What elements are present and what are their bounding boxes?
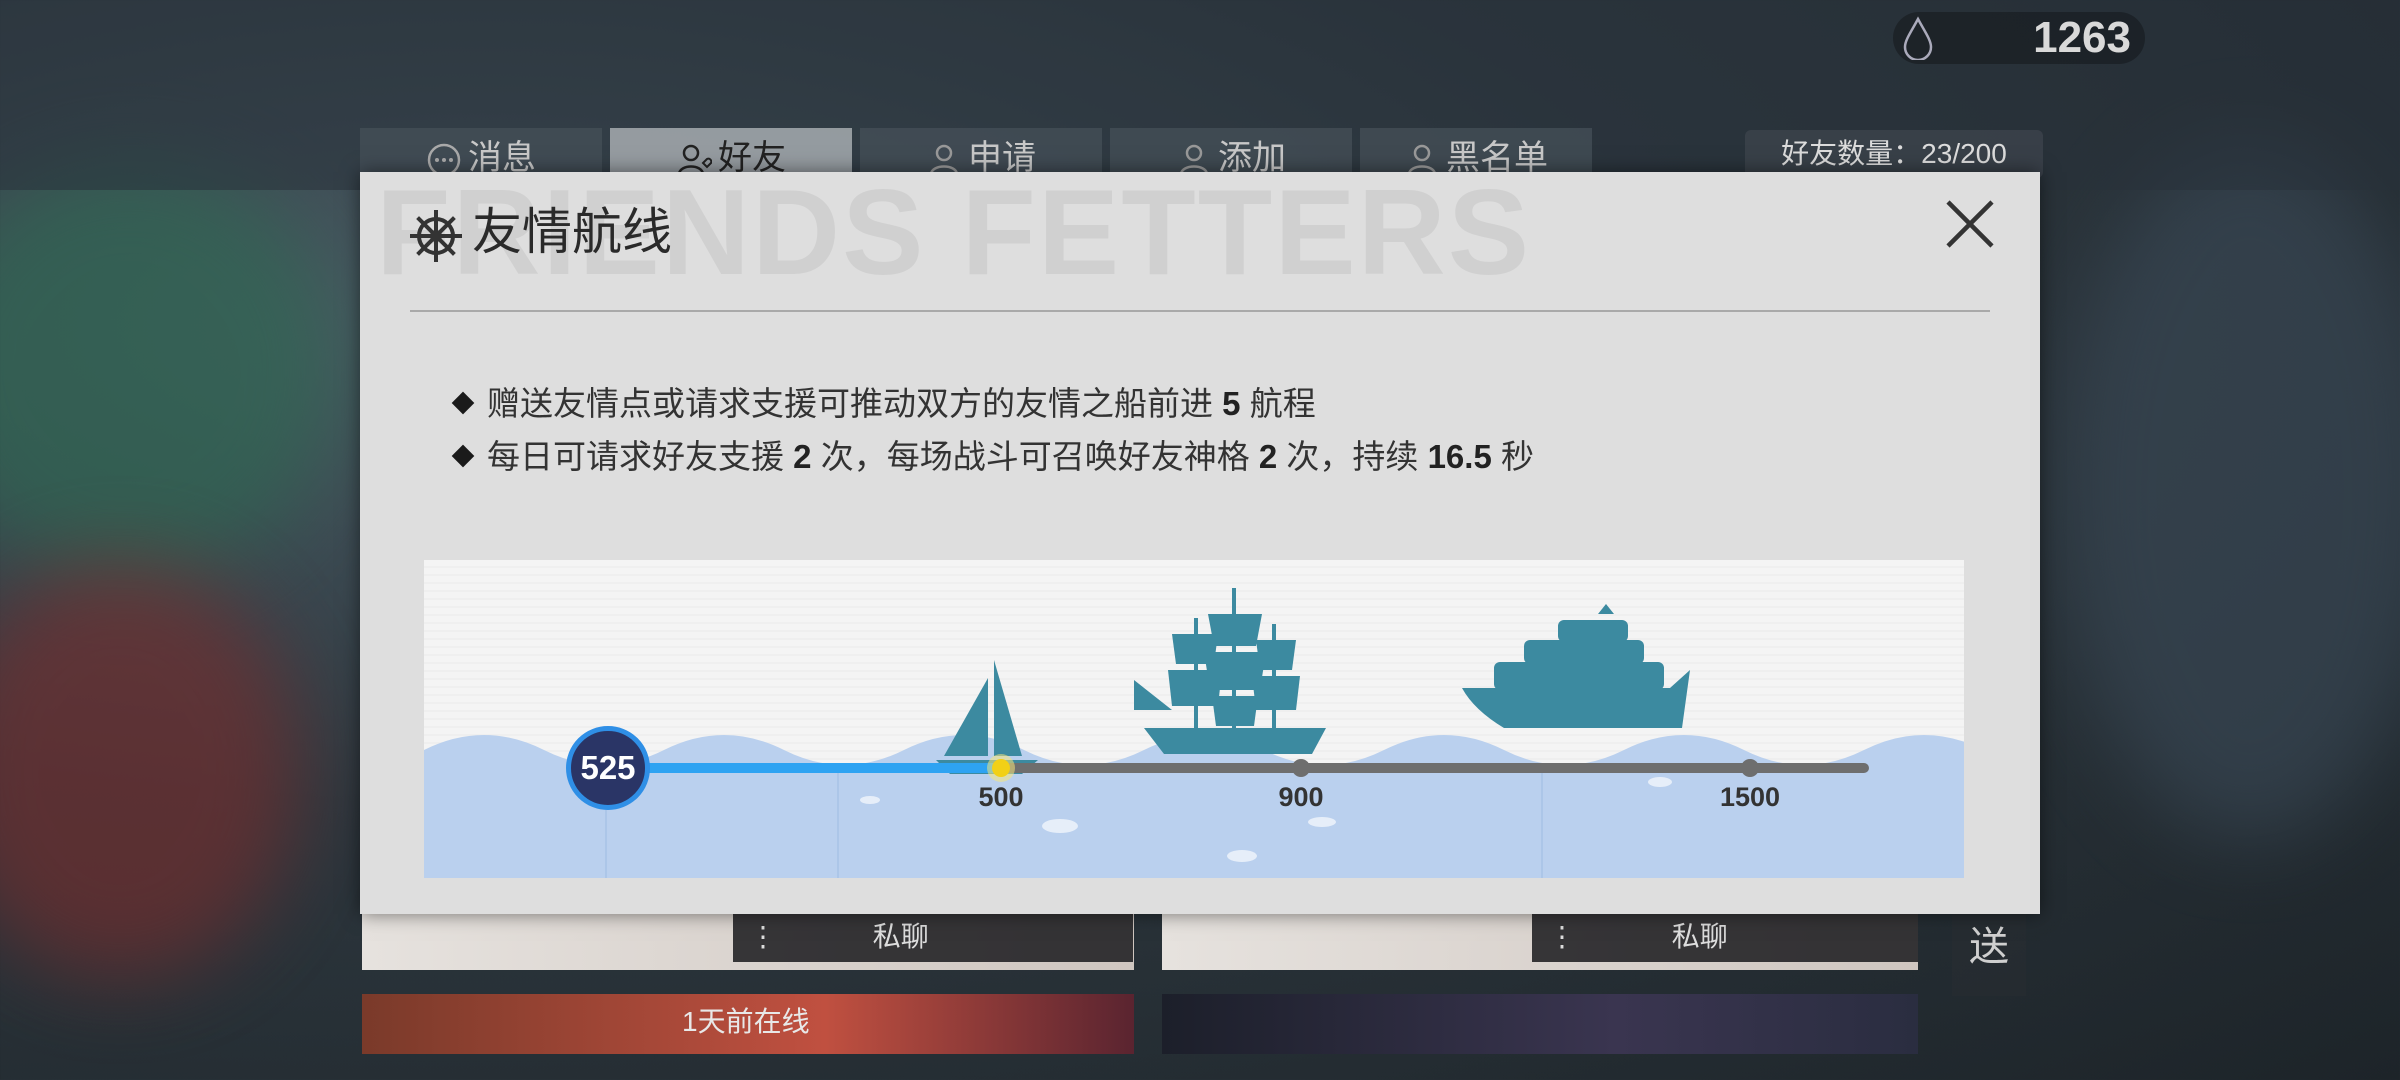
rule-text: 赠送友情点或请求支援可推动双方的友情之船前进 <box>487 385 1223 422</box>
friendship-route-modal: FRIENDS FETTERS 友情航线 赠送友情点或请求支援可推动双方的友情之… <box>360 171 2040 914</box>
bullet-icon <box>451 444 475 468</box>
ship-wheel-icon <box>410 209 462 262</box>
rule-number: 2 <box>793 438 812 475</box>
route-panel: 500 900 1500 525 <box>424 560 1964 878</box>
private-chat-button[interactable]: 私聊 <box>801 912 1001 962</box>
more-icon[interactable]: ⋮ <box>1532 912 1592 962</box>
galleon-icon <box>1134 588 1326 754</box>
water-drop-icon <box>1903 16 1933 60</box>
friend-card[interactable]: 1天前在线 <box>362 994 1134 1054</box>
card-action-bar: ⋮ 私聊 <box>733 912 1133 962</box>
currency-display: 1263 <box>1893 12 2145 64</box>
rule-number: 16.5 <box>1427 438 1492 475</box>
milestone-label: 1500 <box>1719 782 1781 812</box>
friend-card[interactable] <box>1162 994 1918 1054</box>
currency-value: 1263 <box>2033 13 2131 62</box>
rule-text: 秒 <box>1491 438 1534 475</box>
milestone-node-reached <box>992 759 1010 777</box>
rule-text: 次，每场战斗可召唤好友神格 <box>811 438 1259 475</box>
current-progress-badge: 525 <box>566 726 650 810</box>
background-blur <box>0 560 300 980</box>
rule-text: 航程 <box>1240 385 1316 422</box>
milestone-label: 900 <box>1278 782 1324 812</box>
rule-text: 每日可请求好友支援 <box>487 438 794 475</box>
more-icon[interactable]: ⋮ <box>733 912 793 962</box>
friend-count: 好友数量：23/200 <box>1745 130 2043 178</box>
background-blur <box>0 160 340 580</box>
yacht-icon <box>1462 604 1690 728</box>
bullet-icon <box>451 391 475 415</box>
rules-list: 赠送友情点或请求支援可推动双方的友情之船前进 5 航程 每日可请求好友支援 2 … <box>451 377 1534 483</box>
card-action-bar: ⋮ 私聊 <box>1532 912 1918 962</box>
modal-title: 友情航线 <box>472 204 672 260</box>
milestone-node <box>1292 759 1310 777</box>
route-scene <box>424 588 1964 878</box>
rule-number: 2 <box>1258 438 1278 475</box>
milestone-node <box>1741 759 1759 777</box>
background-blur <box>2060 140 2400 840</box>
rule-text: 次，持续 <box>1277 438 1428 475</box>
modal-title-row: 友情航线 <box>408 200 672 264</box>
rule-item: 每日可请求好友支援 2 次，每场战斗可召唤好友神格 2 次，持续 16.5 秒 <box>451 430 1534 483</box>
title-divider <box>410 310 1990 312</box>
rule-number: 5 <box>1222 385 1241 422</box>
private-chat-button[interactable]: 私聊 <box>1600 912 1800 962</box>
rule-item: 赠送友情点或请求支援可推动双方的友情之船前进 5 航程 <box>451 377 1534 430</box>
close-icon[interactable] <box>1940 194 2000 254</box>
milestone-label: 500 <box>978 782 1024 812</box>
online-status: 1天前在线 <box>682 1006 810 1037</box>
